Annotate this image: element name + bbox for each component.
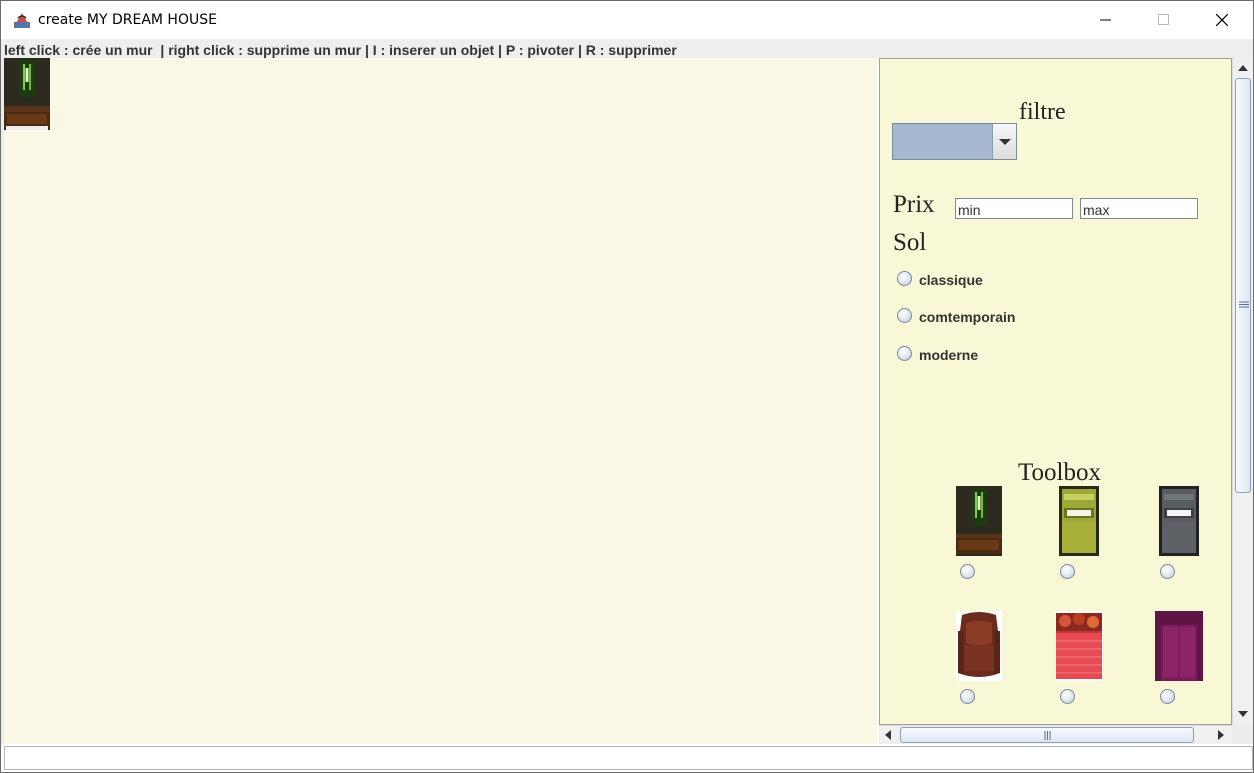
minimize-button[interactable] bbox=[1077, 1, 1135, 39]
maximize-button[interactable] bbox=[1135, 1, 1193, 39]
window-title: create MY DREAM HOUSE bbox=[38, 12, 217, 28]
toolbox-radio-1[interactable] bbox=[960, 564, 975, 579]
java-app-icon bbox=[12, 10, 32, 30]
close-icon bbox=[1216, 14, 1228, 26]
toolbox-radio-6[interactable] bbox=[1160, 689, 1175, 704]
sol-radio-moderne[interactable] bbox=[897, 346, 912, 361]
minimize-icon bbox=[1100, 19, 1111, 21]
scroll-left-icon[interactable] bbox=[885, 730, 891, 740]
horizontal-scrollbar[interactable] bbox=[879, 725, 1232, 744]
filter-panel: filtre Prix min max Sol classique comtem… bbox=[879, 58, 1232, 725]
vertical-scroll-thumb[interactable] bbox=[1235, 78, 1251, 493]
toolbox-radio-5[interactable] bbox=[1060, 689, 1075, 704]
filter-label: filtre bbox=[1019, 99, 1066, 125]
scroll-down-icon[interactable] bbox=[1238, 711, 1248, 717]
title-bar: create MY DREAM HOUSE bbox=[1, 1, 1253, 39]
toolbox-radio-4[interactable] bbox=[960, 689, 975, 704]
green-bed-icon[interactable] bbox=[1059, 486, 1099, 556]
toolbox-label: Toolbox bbox=[1018, 459, 1101, 486]
red-bed-icon[interactable] bbox=[1055, 611, 1103, 681]
placed-wardrobe-icon[interactable] bbox=[4, 58, 50, 130]
combobox-dropdown-button[interactable] bbox=[992, 124, 1016, 159]
price-label: Prix bbox=[893, 191, 935, 218]
dark-wardrobe-icon[interactable] bbox=[956, 486, 1002, 556]
app-window: create MY DREAM HOUSE left click : crée … bbox=[0, 0, 1254, 773]
filter-combobox[interactable] bbox=[892, 123, 1017, 160]
close-button[interactable] bbox=[1193, 1, 1251, 39]
brown-armchair-icon[interactable] bbox=[956, 611, 1002, 681]
scroll-corner bbox=[1232, 725, 1253, 744]
sol-option-label: comtemporain bbox=[919, 309, 1016, 325]
grip-icon bbox=[1044, 731, 1051, 740]
maximize-icon bbox=[1158, 14, 1169, 25]
sol-option-label: classique bbox=[919, 272, 983, 288]
price-max-input[interactable]: max bbox=[1080, 198, 1198, 219]
horizontal-scroll-thumb[interactable] bbox=[900, 727, 1194, 743]
grey-bed-icon[interactable] bbox=[1159, 486, 1199, 556]
scroll-right-icon[interactable] bbox=[1218, 730, 1224, 740]
status-bar bbox=[4, 746, 1253, 770]
sol-option-label: moderne bbox=[919, 347, 979, 363]
scroll-up-icon[interactable] bbox=[1238, 65, 1248, 71]
vertical-scrollbar[interactable] bbox=[1232, 58, 1253, 725]
toolbox-radio-2[interactable] bbox=[1060, 564, 1075, 579]
toolbox-radio-3[interactable] bbox=[1160, 564, 1175, 579]
chevron-down-icon bbox=[999, 139, 1011, 145]
floorplan-canvas[interactable] bbox=[4, 58, 877, 744]
purple-sofa-icon[interactable] bbox=[1155, 611, 1203, 681]
instructions-text: left click : crée un mur | right click :… bbox=[4, 42, 677, 58]
sol-radio-classique[interactable] bbox=[897, 271, 912, 286]
instructions-bar: left click : crée un mur | right click :… bbox=[1, 39, 1253, 59]
sol-label: Sol bbox=[893, 229, 927, 256]
sol-radio-comtemporain[interactable] bbox=[897, 308, 912, 323]
price-min-input[interactable]: min bbox=[955, 198, 1073, 219]
grip-icon bbox=[1239, 301, 1249, 308]
